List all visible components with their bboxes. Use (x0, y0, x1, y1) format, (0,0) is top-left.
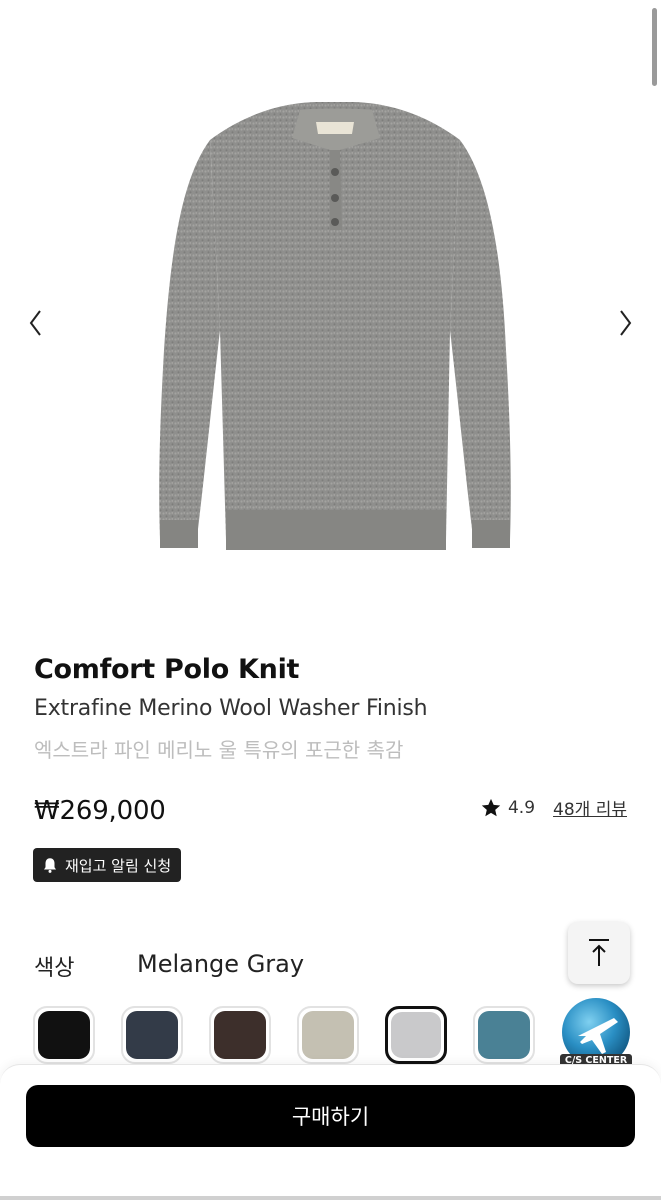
buy-button[interactable]: 구매하기 (26, 1085, 635, 1147)
color-swatch-fill (302, 1011, 354, 1059)
color-swatch-fill (126, 1011, 178, 1059)
product-gallery (0, 0, 661, 640)
reviews-link[interactable]: 48개 리뷰 (553, 795, 627, 820)
chevron-right-icon (620, 310, 632, 336)
rating-summary: 4.9 48개 리뷰 (480, 795, 627, 820)
color-swatch[interactable] (33, 1006, 95, 1064)
restock-alert-button[interactable]: 재입고 알림 신청 (33, 848, 182, 882)
product-subtitle-ko: 엑스트라 파인 메리노 울 특유의 포근한 촉감 (34, 738, 404, 762)
color-swatch-fill (38, 1011, 90, 1059)
restock-alert-label: 재입고 알림 신청 (65, 856, 172, 875)
color-swatch[interactable] (297, 1006, 359, 1064)
gallery-next-button[interactable] (611, 300, 641, 346)
product-price: ₩269,000 (34, 796, 166, 826)
star-icon (481, 798, 501, 816)
gallery-prev-button[interactable] (20, 300, 50, 346)
scroll-to-top-button[interactable] (568, 922, 630, 984)
cs-center-button[interactable]: C/S CENTER (558, 996, 634, 1072)
bell-icon (44, 858, 56, 873)
selected-color-name: Melange Gray (137, 950, 305, 978)
chevron-left-icon (29, 310, 41, 336)
product-image (159, 102, 511, 550)
color-swatch-fill (214, 1011, 266, 1059)
rating-score: 4.9 (507, 797, 536, 818)
color-swatch[interactable] (385, 1006, 447, 1064)
color-swatch[interactable] (473, 1006, 535, 1064)
product-title: Comfort Polo Knit (34, 654, 300, 685)
color-swatch-fill (391, 1012, 441, 1058)
color-swatch[interactable] (209, 1006, 271, 1064)
color-label: 색상 (34, 956, 75, 981)
color-swatch[interactable] (121, 1006, 183, 1064)
purchase-bar: 구매하기 (0, 1064, 661, 1200)
arrow-up-to-top-icon (589, 939, 609, 966)
home-indicator (0, 1196, 661, 1200)
color-swatch-fill (478, 1011, 530, 1059)
product-subtitle-en: Extrafine Merino Wool Washer Finish (34, 696, 428, 721)
